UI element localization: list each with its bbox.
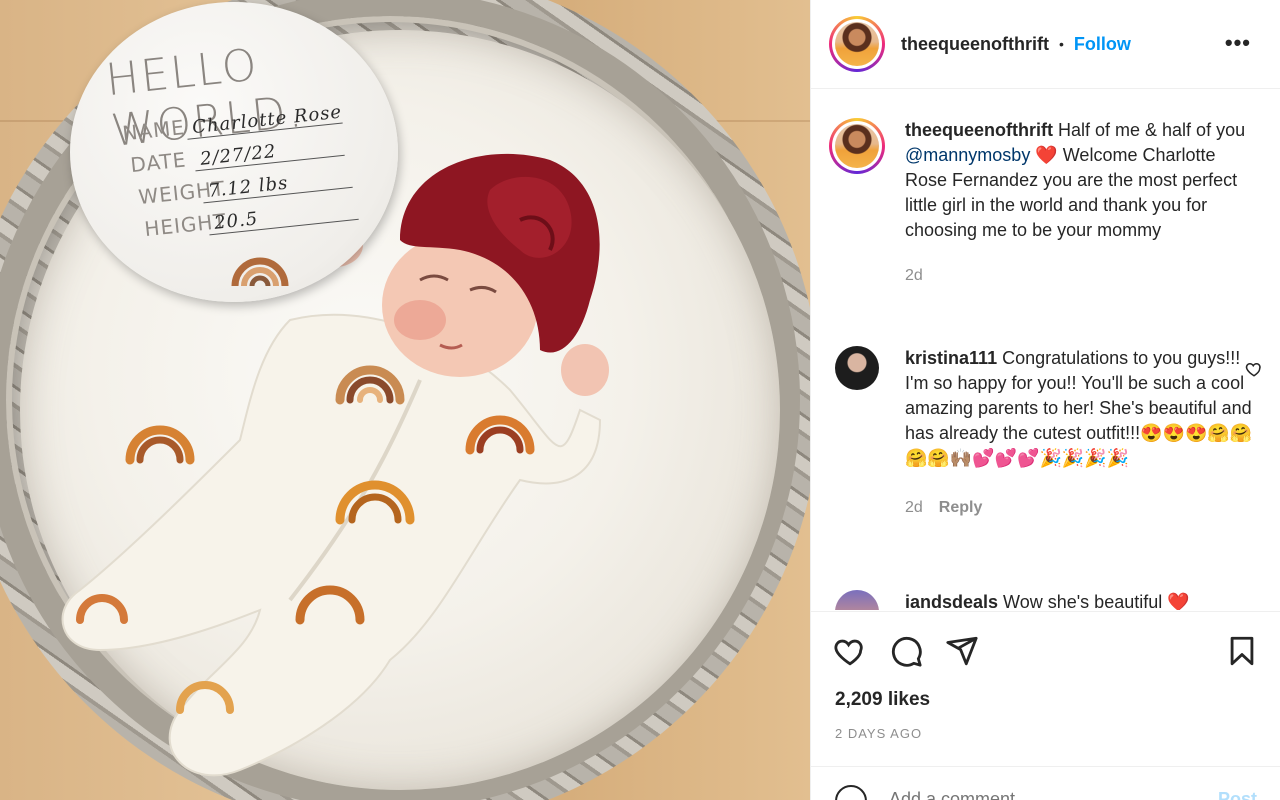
post-sidebar: theequeenofthrift • Follow ••• theequeen… bbox=[810, 0, 1280, 800]
caption-time[interactable]: 2d bbox=[905, 267, 923, 284]
post-photo[interactable]: HELLO WORLD. NAME Charlotte Rose DATE 2/27… bbox=[0, 0, 810, 800]
add-comment-input[interactable] bbox=[889, 789, 1189, 800]
avatar-photo bbox=[835, 22, 879, 66]
post-comment-button[interactable]: Post bbox=[1218, 789, 1257, 800]
comment-time[interactable]: 2d bbox=[905, 499, 923, 516]
separator-dot: • bbox=[1059, 36, 1064, 52]
comment-meta: 2d Reply bbox=[905, 495, 1255, 520]
likes-count[interactable]: 2,209 likes bbox=[835, 689, 930, 711]
commenter-avatar[interactable] bbox=[835, 590, 879, 610]
more-icon[interactable]: ••• bbox=[1225, 30, 1251, 56]
reply-button[interactable]: Reply bbox=[939, 499, 983, 516]
comment-username[interactable]: iandsdeals bbox=[905, 592, 998, 610]
comments-list[interactable]: theequeenofthrift Half of me & half of y… bbox=[811, 90, 1280, 610]
post-timestamp[interactable]: 2 DAYS AGO bbox=[835, 726, 922, 741]
caption-body: theequeenofthrift Half of me & half of y… bbox=[905, 118, 1255, 288]
comment-body: iandsdeals Wow she's beautiful ❤️ bbox=[905, 590, 1255, 610]
comment-username[interactable]: kristina111 bbox=[905, 348, 997, 368]
caption-avatar[interactable] bbox=[829, 118, 885, 174]
sign-height-value: 20.5 bbox=[207, 197, 359, 236]
caption-text-pre: Half of me & half of you bbox=[1053, 120, 1246, 140]
rainbow-icon bbox=[231, 257, 289, 287]
caption-username[interactable]: theequeenofthrift bbox=[905, 120, 1053, 140]
follow-button[interactable]: Follow bbox=[1074, 34, 1131, 55]
avatar-photo bbox=[835, 124, 879, 168]
emoji-icon[interactable] bbox=[835, 785, 867, 800]
commenter-avatar[interactable] bbox=[835, 346, 879, 390]
comment-text: Wow she's beautiful ❤️ bbox=[998, 592, 1190, 610]
avatar-border bbox=[832, 121, 882, 171]
sign-weight-label: WEIGHT bbox=[137, 176, 227, 210]
comment-icon[interactable] bbox=[889, 634, 923, 668]
bookmark-icon[interactable] bbox=[1225, 634, 1259, 668]
heart-emoji: ❤️ bbox=[1035, 145, 1058, 165]
avatar-border bbox=[832, 19, 882, 69]
hello-world-sign: HELLO WORLD. NAME Charlotte Rose DATE 2/27… bbox=[70, 2, 398, 302]
post-header: theequeenofthrift • Follow ••• bbox=[811, 0, 1280, 89]
sign-date-label: DATE bbox=[129, 147, 188, 178]
sign-height-label: HEIGHT bbox=[143, 208, 228, 242]
comment-like-heart-icon[interactable] bbox=[1245, 360, 1263, 378]
send-icon[interactable] bbox=[945, 634, 979, 668]
post-actions: 2,209 likes 2 DAYS AGO bbox=[811, 611, 1280, 766]
commenter-avatar-photo bbox=[835, 346, 879, 390]
heart-icon[interactable] bbox=[833, 634, 867, 668]
add-comment-bar: Post bbox=[811, 766, 1280, 800]
avatar-ring bbox=[829, 118, 885, 174]
commenter-avatar-photo bbox=[835, 590, 879, 610]
comment-body: kristina111 Congratulations to you guys!… bbox=[905, 346, 1255, 520]
author-username[interactable]: theequeenofthrift bbox=[901, 34, 1049, 55]
caption-meta: 2d bbox=[905, 263, 1255, 288]
caption-mention[interactable]: @mannymosby bbox=[905, 145, 1030, 165]
author-avatar[interactable] bbox=[829, 16, 885, 72]
